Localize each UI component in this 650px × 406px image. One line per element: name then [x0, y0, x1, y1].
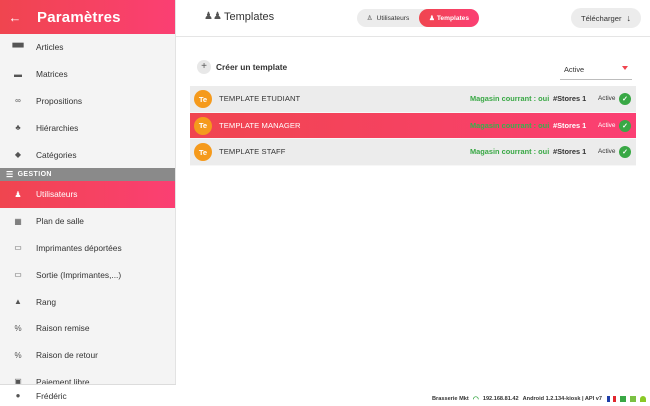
sidebar-item-matrices[interactable]: ▬ Matrices	[0, 61, 175, 88]
sidebar-item-sortie-imprimantes[interactable]: ▭ Sortie (Imprimantes,...)	[0, 261, 175, 288]
sidebar-title: Paramètres	[37, 8, 121, 26]
battery-icon	[620, 396, 626, 402]
sidebar-item-label: Utilisateurs	[36, 189, 78, 200]
top-bar: ♟♟ Templates ♙ Utilisateurs ♟ Templates …	[176, 0, 650, 37]
link-icon: ∞	[15, 96, 21, 106]
sidebar-item-label: Catégories	[36, 149, 77, 160]
sidebar-section-label: GESTION	[17, 170, 52, 178]
avatar: Te	[194, 116, 212, 135]
sidebar-item-label: Plan de salle	[36, 216, 84, 227]
template-name: TEMPLATE MANAGER	[219, 120, 301, 130]
document-icon	[630, 396, 636, 402]
sidebar-item-label: Hiérarchies	[36, 122, 79, 133]
user-icon: ●	[15, 391, 21, 400]
current-store-flag: Magasin courrant : oui	[470, 94, 550, 104]
grid-icon: ▦	[14, 216, 22, 226]
status-badge: Active	[598, 121, 616, 129]
app-version: Android 1.2.134-kiosk | API v7	[522, 396, 602, 402]
tag-icon: ◆	[14, 150, 22, 160]
status-bar: Brasserie Mkt ◠ 192.168.81.42 Android 1.…	[432, 394, 646, 404]
sidebar-top-items: ▀▀ Articles ▬ Matrices ∞ Propositions ♣ Hiérarc…	[0, 34, 175, 168]
sidebar-item-articles[interactable]: ▀▀ Articles	[0, 34, 175, 61]
sidebar-item-label: Sortie (Imprimantes,...)	[36, 269, 122, 280]
current-store-flag: Magasin courrant : oui	[470, 120, 550, 130]
stores-count: #Stores 1	[553, 94, 587, 104]
sidebar-item-hi-rarchies[interactable]: ♣ Hiérarchies	[0, 114, 175, 141]
flag-fr-icon	[607, 396, 616, 402]
check-circle-icon: ✓	[619, 93, 631, 105]
sidebar-item-label: Propositions	[36, 95, 83, 106]
arrow-left-icon[interactable]: ←	[4, 10, 26, 25]
percent-return-icon: %	[14, 350, 22, 360]
sidebar-item-propositions[interactable]: ∞ Propositions	[0, 88, 175, 115]
stores-count: #Stores 1	[553, 147, 587, 157]
stores-count: #Stores 1	[553, 120, 587, 130]
avatar: Te	[194, 143, 212, 161]
sidebar-section-gestion: ☰ GESTION	[0, 167, 175, 181]
status-badge: Active	[598, 148, 616, 156]
sidebar-item-label: Rang	[36, 296, 57, 307]
toggle-users-label: Utilisateurs	[376, 14, 410, 22]
download-label: Télécharger	[580, 13, 622, 23]
sidebar-item-imprimantes-d-port-es[interactable]: ▭ Imprimantes déportées	[0, 235, 175, 262]
plus-icon: +	[197, 60, 211, 74]
sidebar-item-label: Raison de retour	[36, 350, 98, 361]
arrow-down-icon: ↓	[626, 13, 632, 23]
templates-list: Te TEMPLATE ETUDIANT Magasin courrant : ou…	[190, 86, 636, 166]
users-icon: ♟	[14, 189, 22, 199]
create-template-button[interactable]: + Créer un template	[197, 60, 287, 74]
shop-name: Brasserie Mkt	[432, 396, 469, 402]
boxes-icon: ▀▀	[12, 42, 24, 52]
users-group-icon: ♟♟	[204, 11, 222, 22]
printer-icon: ▭	[14, 243, 22, 253]
check-circle-icon: ✓	[619, 119, 631, 132]
template-name: TEMPLATE ETUDIANT	[219, 94, 301, 104]
sidebar: ← Paramètres ▀▀ Articles ▬ Matrices ∞ Proposi…	[0, 0, 176, 406]
check-circle-icon: ✓	[619, 146, 631, 158]
sidebar-item-plan-de-salle[interactable]: ▦ Plan de salle	[0, 208, 175, 235]
users-group-icon: ♟	[428, 15, 435, 22]
android-icon	[640, 396, 646, 402]
rank-icon: ▲	[14, 297, 22, 307]
template-name: TEMPLATE STAFF	[219, 147, 286, 157]
avatar: Te	[194, 90, 212, 108]
sidebar-user[interactable]: ● Frédéric	[0, 384, 176, 406]
table-row[interactable]: Te TEMPLATE ETUDIANT Magasin courrant : ou…	[190, 86, 636, 113]
table-row[interactable]: Te TEMPLATE STAFF Magasin courrant : oui #S…	[190, 139, 636, 166]
caret-down-icon	[622, 66, 628, 70]
create-template-label: Créer un template	[216, 62, 288, 72]
ip-address: 192.168.81.42	[482, 396, 519, 402]
sidebar-item-label: Raison remise	[36, 323, 90, 334]
sidebar-item-label: Matrices	[36, 69, 68, 80]
sliders-icon: ☰	[6, 169, 14, 179]
toggle-users-button[interactable]: ♙ Utilisateurs	[357, 9, 419, 27]
sidebar-bottom-items: ♟ Utilisateurs ▦ Plan de salle ▭ Imprimantes …	[0, 180, 175, 395]
sidebar-item-label: Imprimantes déportées	[36, 242, 122, 253]
sidebar-user-label: Frédéric	[36, 390, 67, 401]
toggle-templates-label: Templates	[436, 14, 470, 22]
sidebar-header: ← Paramètres	[0, 0, 175, 34]
table-row[interactable]: Te TEMPLATE MANAGER Magasin courrant : oui…	[190, 112, 636, 139]
download-button[interactable]: Télécharger ↓	[571, 8, 641, 28]
sidebar-item-cat-gories[interactable]: ◆ Catégories	[0, 141, 175, 168]
matrix-icon: ▬	[14, 69, 22, 79]
percent-icon: %	[14, 323, 22, 333]
current-store-flag: Magasin courrant : oui	[470, 147, 550, 157]
status-filter-value: Active	[564, 65, 585, 74]
printer-out-icon: ▭	[14, 270, 22, 280]
toggle-templates-button[interactable]: ♟ Templates	[419, 9, 479, 27]
status-filter-select[interactable]: Active	[560, 60, 632, 80]
status-badge: Active	[598, 95, 616, 103]
sidebar-item-rang[interactable]: ▲ Rang	[0, 288, 175, 315]
page-title: Templates	[224, 11, 275, 23]
user-outline-icon: ♙	[366, 15, 373, 22]
sidebar-item-raison-de-retour[interactable]: % Raison de retour	[0, 342, 175, 369]
sidebar-item-utilisateurs[interactable]: ♟ Utilisateurs	[0, 180, 175, 208]
sidebar-item-label: Articles	[36, 42, 64, 53]
wifi-icon: ◠	[472, 396, 479, 403]
sidebar-item-raison-remise[interactable]: % Raison remise	[0, 315, 175, 342]
view-toggle: ♙ Utilisateurs ♟ Templates	[357, 9, 479, 27]
hierarchy-icon: ♣	[15, 123, 21, 133]
